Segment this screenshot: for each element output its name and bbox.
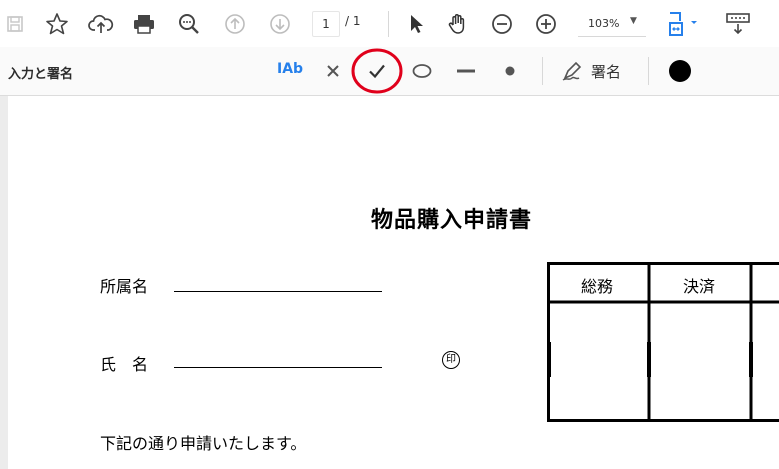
cloud-upload-icon[interactable] bbox=[86, 9, 116, 39]
add-text-tool[interactable]: IAb bbox=[277, 61, 303, 77]
department-field[interactable] bbox=[174, 291, 382, 292]
page-fit-icon[interactable] bbox=[664, 9, 704, 39]
next-page-icon[interactable] bbox=[265, 9, 295, 39]
circle-tool-icon[interactable] bbox=[407, 57, 437, 85]
color-picker-swatch[interactable] bbox=[669, 60, 691, 82]
signbar-divider-2 bbox=[648, 57, 649, 85]
cross-mark-tool-icon[interactable] bbox=[318, 57, 348, 85]
page-number-input[interactable]: 1 bbox=[312, 11, 340, 37]
approval-header-decision: 決済 bbox=[683, 277, 716, 296]
hand-tool-icon[interactable] bbox=[443, 9, 473, 39]
select-cursor-icon[interactable] bbox=[401, 9, 431, 39]
zoom-level-dropdown[interactable]: 103% ▼ bbox=[578, 11, 646, 37]
line-tool-icon[interactable] bbox=[451, 57, 481, 85]
dot-tool-icon[interactable] bbox=[495, 57, 525, 85]
fill-sign-toolbar: 入力と署名 IAb 署名 bbox=[0, 47, 779, 96]
sign-label[interactable]: 署名 bbox=[591, 61, 621, 82]
name-label: 氏 名 bbox=[100, 355, 149, 374]
save-icon[interactable] bbox=[0, 9, 30, 39]
previous-page-icon[interactable] bbox=[220, 9, 250, 39]
zoom-out-icon[interactable] bbox=[487, 9, 517, 39]
keyboard-tools-icon[interactable] bbox=[721, 9, 755, 39]
zoom-search-icon[interactable] bbox=[174, 9, 204, 39]
print-icon[interactable] bbox=[129, 9, 159, 39]
sign-pen-icon[interactable] bbox=[559, 57, 589, 85]
chevron-down-icon: ▼ bbox=[630, 16, 637, 26]
signbar-divider bbox=[542, 57, 543, 85]
zoom-level-value: 103% bbox=[588, 17, 620, 30]
department-label: 所属名 bbox=[100, 277, 149, 296]
seal-mark: 印 bbox=[442, 351, 460, 369]
document-title: 物品購入申請書 bbox=[371, 207, 533, 233]
fill-sign-title: 入力と署名 bbox=[8, 67, 74, 82]
zoom-in-icon[interactable] bbox=[531, 9, 561, 39]
page-total: / 1 bbox=[345, 14, 361, 28]
page-left-gutter bbox=[0, 96, 8, 469]
toolbar-divider bbox=[388, 11, 389, 37]
name-field[interactable] bbox=[174, 367, 382, 368]
main-toolbar: 1 / 1 103% ▼ bbox=[0, 0, 779, 48]
bookmark-star-icon[interactable] bbox=[42, 9, 72, 39]
approval-header-general: 総務 bbox=[581, 277, 614, 296]
highlight-ring bbox=[351, 48, 403, 94]
body-text: 下記の通り申請いたします。 bbox=[100, 434, 307, 453]
